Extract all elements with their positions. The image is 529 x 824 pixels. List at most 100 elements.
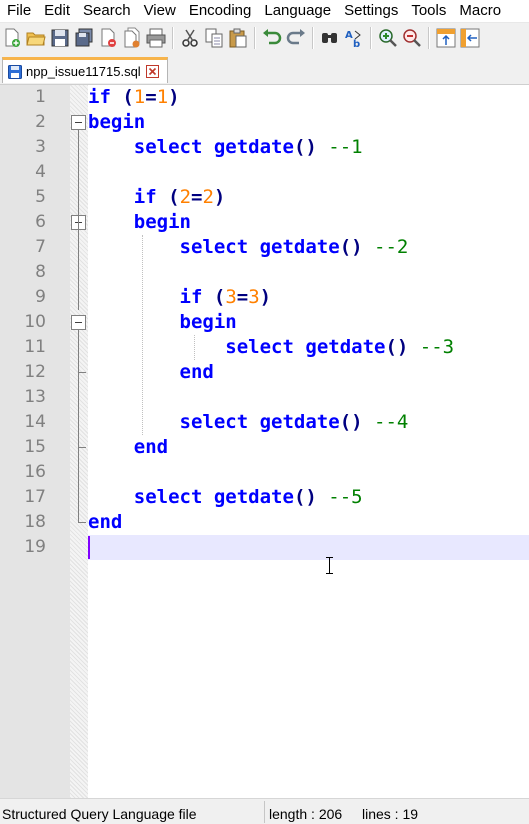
code-keyword: select: [133, 486, 203, 508]
zoom-in-icon[interactable]: [377, 27, 399, 49]
code-line[interactable]: end: [88, 360, 214, 385]
code-operator: (: [168, 186, 180, 208]
svg-text:A: A: [345, 30, 353, 41]
menu-settings[interactable]: Settings: [337, 0, 404, 22]
code-operator: (): [293, 136, 317, 158]
code-comment: --1: [328, 136, 363, 158]
code-line[interactable]: select getdate() --5: [88, 485, 363, 510]
copy-icon[interactable]: [203, 27, 225, 49]
code-number: 1: [133, 86, 146, 108]
code-operator: ): [213, 186, 226, 208]
code-line[interactable]: select getdate() --4: [88, 410, 409, 435]
status-length: length : 206: [269, 806, 343, 822]
fold-collapse-icon[interactable]: [71, 115, 86, 130]
code-line[interactable]: if (1=1): [88, 85, 180, 110]
indent-guide: [194, 335, 195, 360]
line-number: 18: [24, 512, 46, 532]
fold-collapse-icon[interactable]: [71, 315, 86, 330]
menu-language[interactable]: Language: [257, 0, 337, 22]
notepad-plus-plus-window: File Edit Search View Encoding Language …: [0, 0, 529, 824]
line-number: 16: [24, 462, 46, 482]
paste-icon[interactable]: [227, 27, 249, 49]
print-icon[interactable]: [145, 27, 167, 49]
code-operator: =: [191, 186, 203, 208]
close-icon[interactable]: [97, 27, 119, 49]
toolbar-separator: [172, 27, 174, 49]
line-number: 6: [35, 212, 46, 232]
replace-icon[interactable]: Ab: [343, 27, 365, 49]
code-line[interactable]: select getdate() --2: [88, 235, 409, 260]
code-keyword: select: [179, 411, 249, 433]
code-operator: (): [293, 486, 317, 508]
code-line[interactable]: begin: [88, 210, 191, 235]
line-number: 7: [35, 237, 46, 257]
code-line[interactable]: end: [88, 435, 168, 460]
status-language: Structured Query Language file: [2, 806, 197, 822]
code-function: getdate: [259, 236, 340, 258]
code-operator: ): [168, 86, 180, 108]
menu-edit[interactable]: Edit: [37, 0, 76, 22]
code-line[interactable]: begin: [88, 110, 145, 135]
tab-bar: npp_issue11715.sql: [0, 53, 529, 85]
editor-area[interactable]: 1 2 3 4 5 6 7 8 9 10 11 12 13 14 15 16 17 18 19 if (1=1) be…: [0, 85, 529, 798]
code-keyword: begin: [179, 311, 237, 333]
current-line-highlight: [88, 535, 529, 560]
line-number: 5: [35, 187, 46, 207]
cut-icon[interactable]: [179, 27, 201, 49]
ibeam-cursor-icon: [326, 557, 333, 574]
code-function: getdate: [213, 486, 294, 508]
line-number: 15: [24, 437, 46, 457]
code-line[interactable]: select getdate() --1: [88, 135, 363, 160]
tab-close-icon[interactable]: [145, 65, 159, 78]
open-file-icon[interactable]: [25, 27, 47, 49]
code-keyword: begin: [133, 211, 191, 233]
menu-search[interactable]: Search: [76, 0, 137, 22]
code-keyword: end: [133, 436, 169, 458]
menu-encoding[interactable]: Encoding: [182, 0, 258, 22]
menu-bar: File Edit Search View Encoding Language …: [0, 0, 529, 23]
menu-view[interactable]: View: [137, 0, 182, 22]
menu-file[interactable]: File: [0, 0, 37, 22]
fold-margin[interactable]: [70, 85, 88, 798]
toolbar-separator: [428, 27, 430, 49]
code-line[interactable]: if (3=3): [88, 285, 272, 310]
sync-vertical-icon[interactable]: [435, 27, 457, 49]
redo-icon[interactable]: [285, 27, 307, 49]
code-operator: ): [259, 286, 272, 308]
save-icon[interactable]: [49, 27, 71, 49]
code-line[interactable]: if (2=2): [88, 185, 226, 210]
menu-tools[interactable]: Tools: [404, 0, 452, 22]
fold-end-tick: [78, 522, 86, 523]
code-number: 3: [225, 286, 237, 308]
code-line[interactable]: begin: [88, 310, 237, 335]
code-line[interactable]: end: [88, 510, 122, 535]
toolbar-separator: [312, 27, 314, 49]
line-number: 17: [24, 487, 46, 507]
new-file-icon[interactable]: [1, 27, 23, 49]
menu-macro[interactable]: Macro: [452, 0, 507, 22]
fold-end-tick: [78, 447, 86, 448]
sync-horizontal-icon[interactable]: [459, 27, 481, 49]
zoom-out-icon[interactable]: [401, 27, 423, 49]
code-operator: (): [339, 236, 363, 258]
indent-guide: [142, 235, 143, 435]
tab-active-file[interactable]: npp_issue11715.sql: [2, 57, 168, 83]
save-all-icon[interactable]: [73, 27, 95, 49]
close-all-icon[interactable]: [121, 27, 143, 49]
undo-icon[interactable]: [261, 27, 283, 49]
line-number: 3: [35, 137, 46, 157]
line-number: 4: [35, 162, 46, 182]
find-icon[interactable]: [319, 27, 341, 49]
code-comment: --3: [419, 336, 455, 358]
